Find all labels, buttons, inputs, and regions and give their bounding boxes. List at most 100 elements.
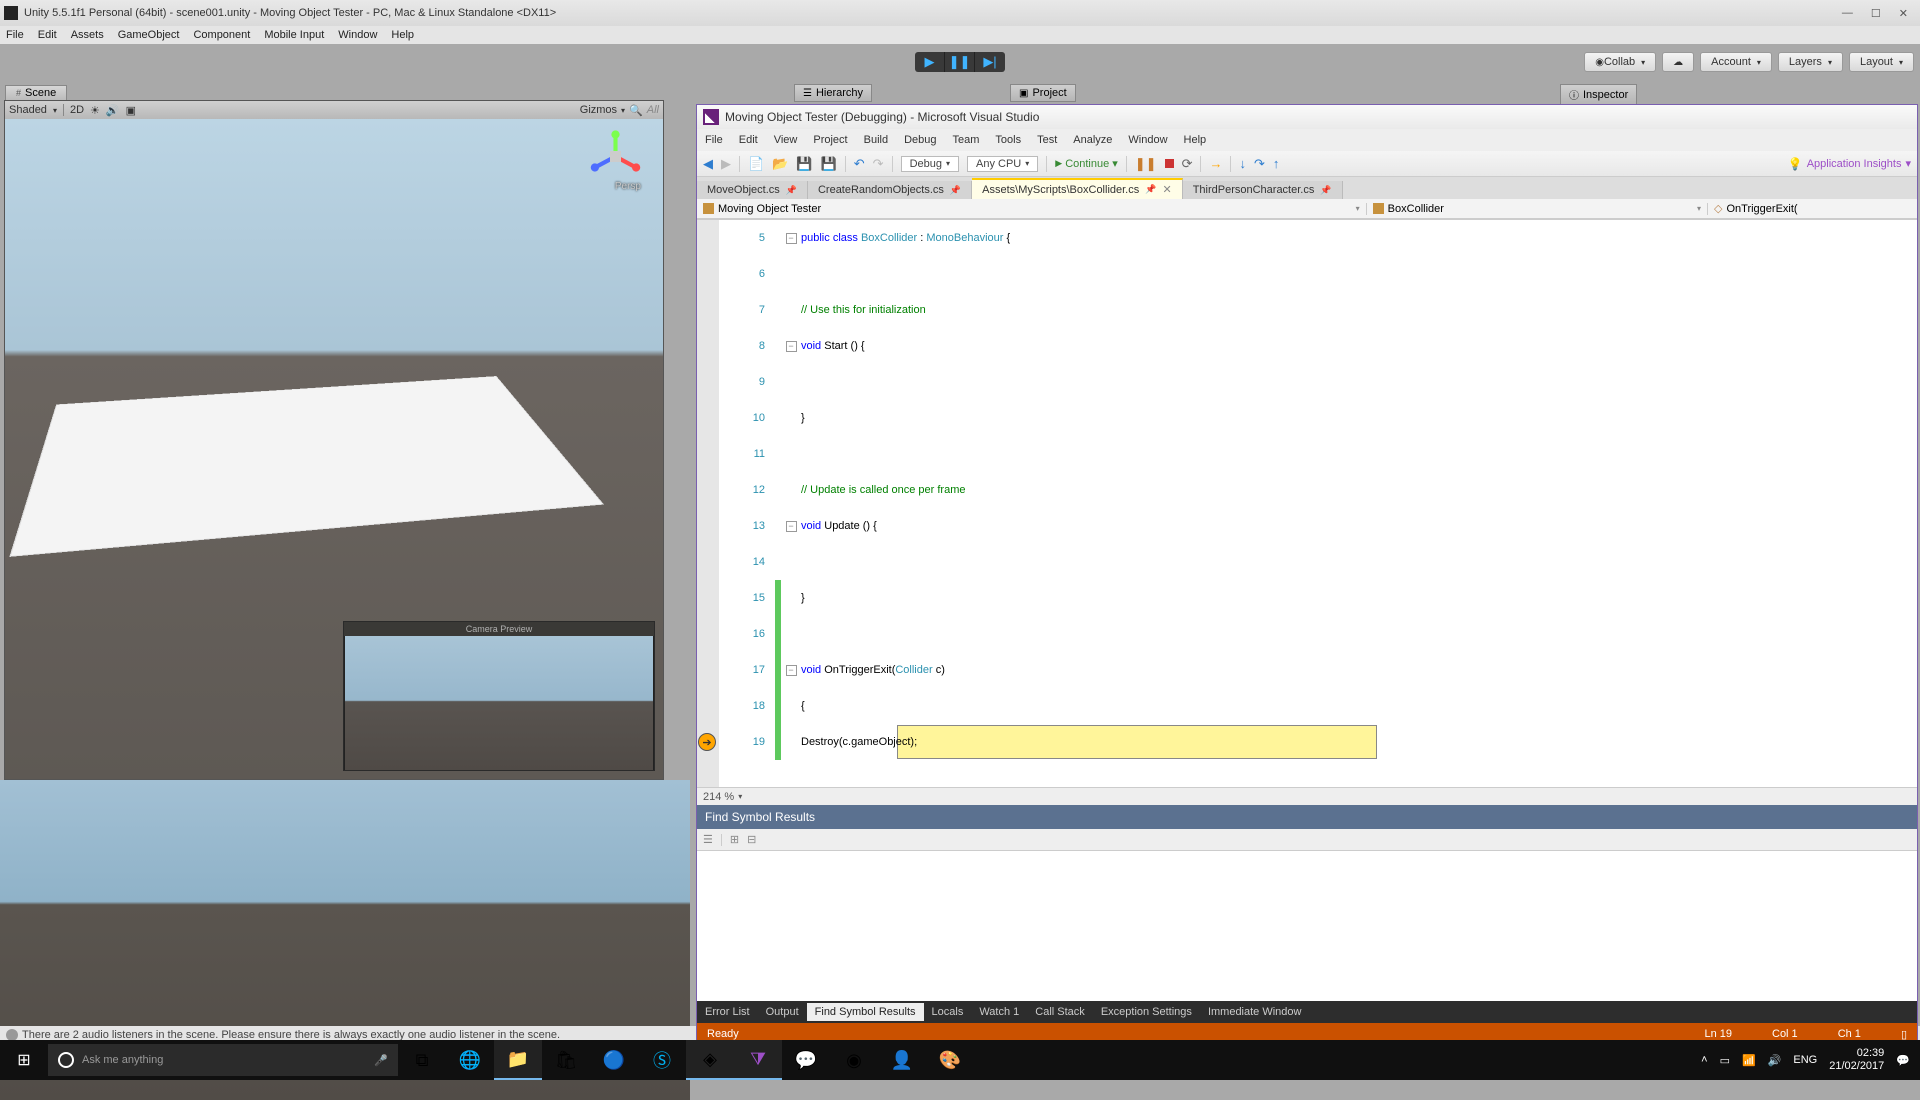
play-button[interactable]: ▶ [915, 52, 945, 72]
2d-toggle[interactable]: 2D [70, 104, 84, 116]
gizmos-dropdown[interactable]: Gizmos [580, 104, 617, 116]
bottom-tab-find-symbol-results[interactable]: Find Symbol Results [807, 1003, 924, 1021]
orientation-gizmo-icon[interactable] [588, 129, 643, 184]
menu-mobileinput[interactable]: Mobile Input [264, 29, 324, 41]
bottom-tab-watch-1[interactable]: Watch 1 [971, 1003, 1027, 1021]
tab-moveobject[interactable]: MoveObject.cs📌 [697, 181, 808, 199]
tab-thirdperson[interactable]: ThirdPersonCharacter.cs📌 [1183, 181, 1343, 199]
undo-icon[interactable]: ↶ [854, 156, 865, 172]
vs-menu-view[interactable]: View [774, 134, 798, 146]
forward-icon[interactable]: ▶ [721, 156, 731, 172]
save-all-icon[interactable]: 💾 [821, 156, 837, 172]
context-member[interactable]: ◇OnTriggerExit( [1708, 202, 1917, 215]
start-button[interactable]: ⊞ [0, 1040, 48, 1080]
pause-button[interactable]: ❚❚ [945, 52, 975, 72]
tab-boxcollider[interactable]: Assets\MyScripts\BoxCollider.cs📌✕ [972, 178, 1183, 199]
account-dropdown[interactable]: Account▾ [1700, 52, 1772, 72]
step-out-icon[interactable]: ↑ [1273, 156, 1280, 171]
bottom-tab-call-stack[interactable]: Call Stack [1027, 1003, 1093, 1021]
break-all-icon[interactable]: ❚❚ [1135, 156, 1157, 172]
scene-search[interactable]: All [647, 104, 659, 116]
new-icon[interactable]: 📄 [748, 156, 764, 172]
app-icon[interactable]: 👤 [878, 1040, 926, 1080]
inspector-tab[interactable]: ⓘ Inspector [1560, 84, 1637, 105]
vs-menu-project[interactable]: Project [813, 134, 847, 146]
menu-gameobject[interactable]: GameObject [118, 29, 180, 41]
step-over-icon[interactable]: ↷ [1254, 156, 1265, 172]
bottom-tab-immediate-window[interactable]: Immediate Window [1200, 1003, 1310, 1021]
shaded-dropdown[interactable]: Shaded [9, 104, 47, 116]
vs-menu-file[interactable]: File [705, 134, 723, 146]
unity-taskbar-icon[interactable]: ◈ [686, 1040, 734, 1080]
project-tab[interactable]: ▣ Project [1010, 84, 1076, 102]
menu-window[interactable]: Window [338, 29, 377, 41]
find-symbol-header[interactable]: Find Symbol Results [697, 805, 1917, 829]
vs-menu-test[interactable]: Test [1037, 134, 1057, 146]
step-into-icon[interactable]: ↓ [1239, 156, 1246, 171]
bottom-tab-output[interactable]: Output [758, 1003, 807, 1021]
tree2-icon[interactable]: ⊟ [747, 833, 756, 846]
vs-menu-build[interactable]: Build [864, 134, 888, 146]
save-icon[interactable]: 💾 [796, 156, 812, 172]
minimize-icon[interactable]: — [1842, 7, 1853, 20]
context-project[interactable]: Moving Object Tester▾ [697, 203, 1367, 215]
vs-menu-team[interactable]: Team [953, 134, 980, 146]
layers-dropdown[interactable]: Layers▾ [1778, 52, 1843, 72]
cortana-search[interactable]: Ask me anything 🎤 [48, 1044, 398, 1076]
tab-createrandom[interactable]: CreateRandomObjects.cs📌 [808, 181, 972, 199]
edge-icon[interactable]: 🌐 [446, 1040, 494, 1080]
menu-assets[interactable]: Assets [71, 29, 104, 41]
vs-menu-analyze[interactable]: Analyze [1073, 134, 1112, 146]
close-tab-icon[interactable]: ✕ [1162, 183, 1171, 196]
vs-menu-help[interactable]: Help [1184, 134, 1207, 146]
vs-taskbar-icon[interactable]: ⧩ [734, 1040, 782, 1080]
menu-component[interactable]: Component [193, 29, 250, 41]
cloud-button[interactable]: ☁ [1662, 52, 1694, 72]
tree-icon[interactable]: ⊞ [730, 833, 739, 846]
mic-icon[interactable]: 🎤 [374, 1054, 388, 1067]
maximize-icon[interactable]: ☐ [1871, 7, 1881, 20]
tray-up-icon[interactable]: ˄ [1701, 1054, 1707, 1066]
bottom-tab-locals[interactable]: Locals [924, 1003, 972, 1021]
clock[interactable]: 02:39 21/02/2017 [1829, 1047, 1884, 1073]
vs-menu-edit[interactable]: Edit [739, 134, 758, 146]
notifications-icon[interactable]: 💬 [1896, 1054, 1910, 1067]
config-dropdown[interactable]: Debug ▾ [901, 156, 959, 172]
collab-dropdown[interactable]: ◉ Collab▾ [1584, 52, 1656, 72]
step-button[interactable]: ▶| [975, 52, 1005, 72]
step-arrow-icon[interactable]: → [1209, 156, 1222, 171]
restart-icon[interactable]: ⟳ [1182, 156, 1193, 172]
clear-icon[interactable]: ☰ [703, 833, 713, 846]
close-icon[interactable]: ✕ [1899, 7, 1908, 20]
explorer-icon[interactable]: 📁 [494, 1040, 542, 1080]
discord-icon[interactable]: 💬 [782, 1040, 830, 1080]
chrome-icon[interactable]: 🔵 [590, 1040, 638, 1080]
fx-icon[interactable]: ▣ [126, 104, 136, 117]
context-class[interactable]: BoxCollider▾ [1367, 203, 1708, 215]
store-icon[interactable]: 🛍 [542, 1040, 590, 1080]
paint-icon[interactable]: 🎨 [926, 1040, 974, 1080]
app-insights-button[interactable]: Application Insights ▾ [1788, 157, 1911, 171]
zoom-dropdown[interactable]: 214 % [703, 791, 734, 803]
code-editor[interactable]: 5678910111213141516171819 −−−− public cl… [697, 219, 1917, 787]
platform-dropdown[interactable]: Any CPU ▾ [967, 156, 1038, 172]
lang-indicator[interactable]: ENG [1793, 1054, 1817, 1066]
volume-icon[interactable]: 🔊 [1768, 1054, 1782, 1067]
hierarchy-tab[interactable]: ☰ Hierarchy [794, 84, 872, 102]
task-view-icon[interactable]: ⧉ [398, 1050, 446, 1071]
wifi-icon[interactable]: 📶 [1742, 1054, 1756, 1067]
light-icon[interactable]: ☀ [90, 104, 100, 117]
redo-icon[interactable]: ↷ [873, 156, 884, 172]
vs-menu-window[interactable]: Window [1128, 134, 1167, 146]
audio-icon[interactable]: 🔊 [106, 104, 120, 117]
scene-viewport[interactable]: Persp Camera Preview [5, 119, 663, 779]
open-icon[interactable]: 📂 [772, 156, 788, 172]
bottom-tab-error-list[interactable]: Error List [697, 1003, 758, 1021]
stop-icon[interactable] [1165, 159, 1174, 168]
vs-menu-tools[interactable]: Tools [995, 134, 1021, 146]
continue-button[interactable]: Continue ▾ [1055, 157, 1118, 170]
bottom-tab-exception-settings[interactable]: Exception Settings [1093, 1003, 1200, 1021]
back-icon[interactable]: ◀ [703, 156, 713, 172]
vs-menu-debug[interactable]: Debug [904, 134, 936, 146]
steam-icon[interactable]: ◉ [830, 1040, 878, 1080]
